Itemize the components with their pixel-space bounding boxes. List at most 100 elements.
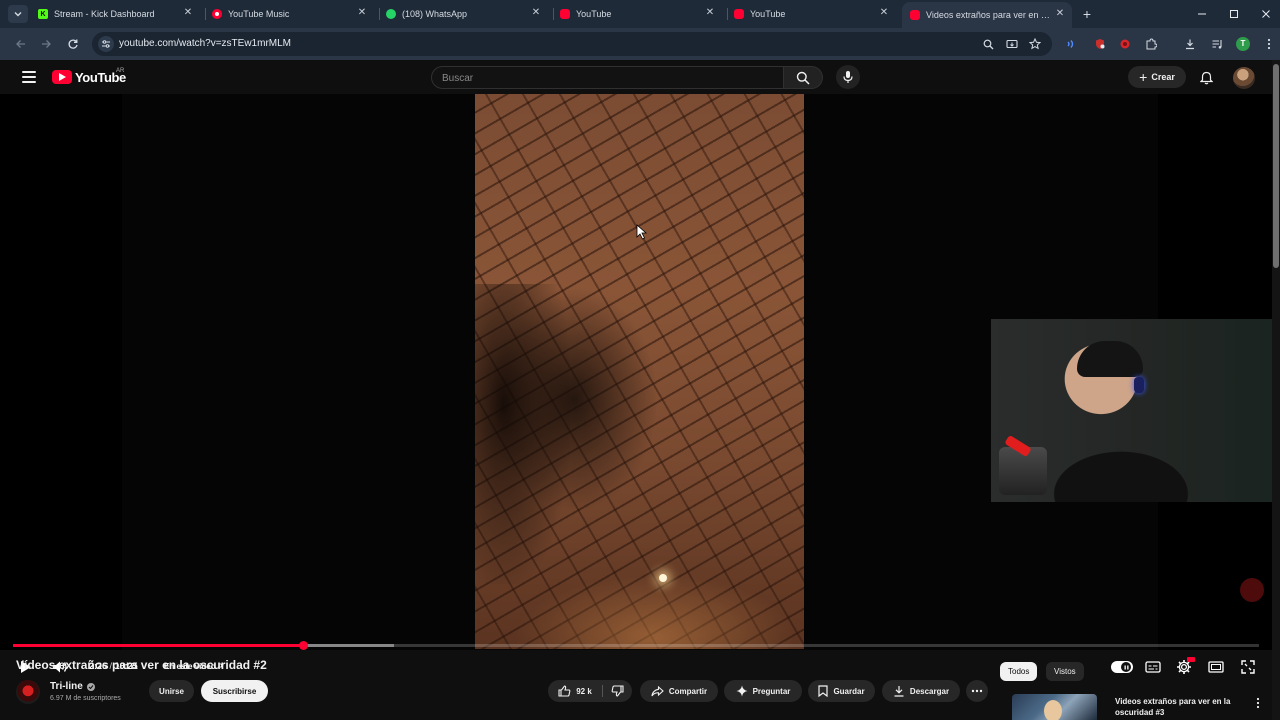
tune-icon [102, 40, 110, 48]
recommended-thumbnail[interactable] [1012, 694, 1097, 720]
forward-button[interactable] [37, 35, 55, 53]
youtube-logo[interactable]: YouTube [52, 69, 126, 85]
more-actions-button[interactable] [966, 680, 988, 702]
menu-line [22, 71, 36, 73]
youtube-page: YouTube AR + Crear [0, 60, 1280, 720]
close-tab-icon[interactable]: ✕ [878, 7, 890, 19]
browser-tab-youtube[interactable]: YouTube ✕ [734, 2, 896, 26]
like-count: 92 k [576, 686, 592, 696]
kick-icon: K [38, 9, 48, 19]
youtube-play-icon [52, 70, 72, 84]
video-light [659, 574, 667, 582]
whatsapp-icon [386, 9, 396, 19]
subtitles-button[interactable] [1142, 656, 1164, 678]
browser-tab-active[interactable]: Videos extraños para ver en la oscuridad… [902, 2, 1072, 28]
page-scrollbar[interactable] [1272, 60, 1280, 720]
extension-button[interactable] [1062, 35, 1080, 53]
site-info-button[interactable] [98, 36, 114, 52]
notifications-button[interactable] [1196, 68, 1216, 88]
chip-all[interactable]: Todos [1000, 662, 1038, 681]
download-icon [894, 686, 904, 697]
reload-button[interactable] [64, 35, 82, 53]
bookmark-star-button[interactable] [1027, 36, 1043, 52]
create-button[interactable]: + Crear [1128, 66, 1186, 88]
video-title: Vídeos extraños para ver en la oscuridad… [16, 658, 267, 672]
channel-name-link[interactable]: Tri-line [50, 681, 95, 692]
extension-button[interactable] [1116, 35, 1134, 53]
bell-icon [1199, 71, 1213, 85]
subscribe-button[interactable]: Suscribirse [201, 680, 268, 702]
minimize-button[interactable] [1192, 4, 1212, 24]
youtube-header: YouTube AR + Crear [0, 60, 1272, 94]
autoplay-toggle[interactable] [1111, 661, 1133, 673]
scrollbar-thumb[interactable] [1273, 64, 1279, 268]
menu-line [22, 81, 36, 83]
pause-knob-icon [1121, 662, 1131, 672]
search-input[interactable] [442, 71, 772, 85]
profile-button[interactable]: T [1234, 35, 1252, 53]
close-tab-icon[interactable]: ✕ [182, 7, 194, 19]
channel-watermark[interactable] [1240, 578, 1264, 602]
webcam-overlay [991, 319, 1272, 502]
media-controls-button[interactable] [1208, 35, 1226, 53]
arrow-left-icon [16, 40, 25, 48]
browser-tab-youtube-music[interactable]: YouTube Music ✕ [212, 2, 374, 26]
close-tab-icon[interactable]: ✕ [704, 7, 716, 19]
close-tab-icon[interactable]: ✕ [356, 7, 368, 19]
plus-icon: + [1139, 69, 1148, 85]
tab-search-button[interactable] [8, 5, 28, 23]
download-button[interactable]: Descargar [882, 680, 960, 702]
save-button[interactable]: Guardar [808, 680, 875, 702]
browser-menu-button[interactable] [1260, 35, 1278, 53]
join-button[interactable]: Unirse [149, 680, 194, 702]
dislike-button[interactable] [603, 680, 632, 702]
downloads-button[interactable] [1181, 35, 1199, 53]
thumbs-up-icon [558, 685, 571, 697]
settings-button[interactable] [1173, 656, 1195, 678]
ask-button[interactable]: Preguntar [724, 680, 802, 702]
youtube-music-icon [212, 9, 222, 19]
close-window-button[interactable] [1256, 4, 1276, 24]
zoom-button[interactable] [980, 36, 996, 52]
reload-icon [68, 39, 78, 49]
maximize-icon [1230, 10, 1238, 18]
progress-bar[interactable] [13, 641, 1259, 650]
guide-menu-button[interactable] [20, 69, 38, 85]
share-button[interactable]: Compartir [640, 680, 718, 702]
new-tab-button[interactable]: + [1080, 6, 1094, 22]
back-button[interactable] [12, 35, 30, 53]
search-button[interactable] [784, 66, 823, 89]
browser-tab-youtube[interactable]: YouTube ✕ [560, 2, 722, 26]
browser-tab-whatsapp[interactable]: (108) WhatsApp ✕ [386, 2, 548, 26]
create-label: Crear [1151, 72, 1175, 82]
sparkle-icon [736, 685, 748, 697]
tab-divider [727, 8, 728, 20]
like-button[interactable]: 92 k [548, 680, 602, 702]
browser-tab-kick[interactable]: K Stream - Kick Dashboard ✕ [38, 2, 200, 26]
magnifier-icon [983, 39, 993, 49]
video-frame[interactable] [475, 94, 804, 649]
close-tab-icon[interactable]: ✕ [530, 7, 542, 19]
video-player[interactable]: 2:26 / 10:25 En este video › [0, 94, 1272, 674]
subscriber-count: 6.97 M de suscriptores [50, 695, 121, 702]
tab-title: YouTube Music [228, 9, 290, 19]
tab-title: Stream - Kick Dashboard [54, 9, 155, 19]
extension-button[interactable] [1091, 35, 1109, 53]
address-bar[interactable]: youtube.com/watch?v=zsTEw1mrMLM [92, 32, 1052, 56]
playlist-music-icon [1212, 40, 1222, 49]
menu-line [22, 76, 36, 78]
close-tab-icon[interactable]: ✕ [1054, 8, 1066, 20]
voice-search-button[interactable] [836, 65, 860, 89]
channel-avatar[interactable] [16, 680, 40, 704]
tab-divider [553, 8, 554, 20]
fullscreen-button[interactable] [1237, 656, 1259, 678]
recommended-menu-button[interactable] [1253, 696, 1263, 710]
theater-mode-button[interactable] [1205, 656, 1227, 678]
cast-button[interactable] [1004, 36, 1020, 52]
maximize-button[interactable] [1224, 4, 1244, 24]
chip-watched[interactable]: Vistos [1046, 662, 1084, 681]
account-avatar[interactable] [1233, 67, 1255, 89]
verified-icon [86, 682, 95, 691]
extensions-menu-button[interactable] [1142, 35, 1160, 53]
recommended-title[interactable]: Videos extraños para ver en la oscuridad… [1115, 696, 1249, 718]
